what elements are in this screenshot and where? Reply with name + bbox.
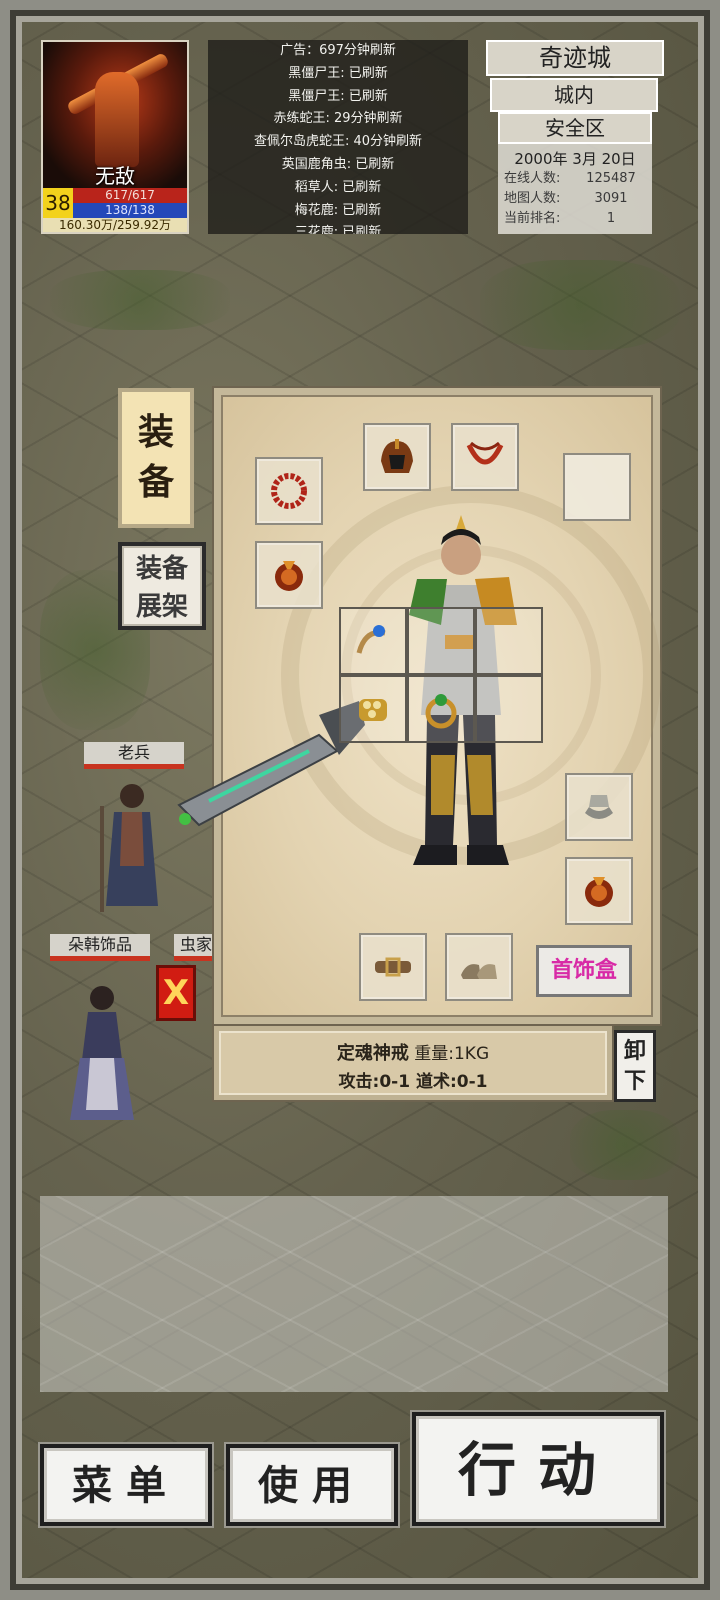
notice-line: 广告：697分钟刷新 — [280, 43, 396, 58]
boots-icon — [461, 964, 497, 979]
notice-line: 黑僵尸王: 已刷新 — [288, 65, 388, 81]
chat-area[interactable] — [40, 1196, 668, 1392]
item-name: 定魂神戒 — [336, 1043, 409, 1064]
notice-line: 赤练蛇王: 29分钟刷新 — [273, 111, 403, 127]
item-info-panel: 定魂神戒 重量:1KG 攻击:0-1 道术:0-1 — [214, 1026, 612, 1100]
close-button[interactable]: X — [156, 965, 196, 1021]
slot-ring-5[interactable] — [407, 675, 475, 743]
grass-patch — [570, 1110, 680, 1180]
bracelet-icon — [585, 795, 613, 819]
slot-ring-left[interactable] — [255, 541, 323, 609]
unequip-label-2: 下 — [623, 1069, 646, 1094]
menu-button[interactable]: 菜单 — [40, 1444, 212, 1526]
item-title-row: 定魂神戒 重量:1KG — [219, 1039, 607, 1065]
slot-belt[interactable] — [359, 933, 427, 1001]
slot-ring-4[interactable] — [339, 675, 407, 743]
city-name: 奇迹城 — [486, 40, 664, 76]
item-stats: 攻击:0-1 道术:0-1 — [338, 1072, 488, 1092]
jewelry-box-button[interactable]: 首饰盒 — [536, 945, 632, 997]
zone-status: 安全区 — [498, 112, 652, 144]
map-value: 3091 — [594, 191, 628, 206]
tab-shelf-label-2: 展架 — [135, 592, 188, 622]
unequip-button[interactable]: 卸 下 — [614, 1030, 656, 1102]
area-name: 城内 — [490, 78, 658, 112]
map-count-row: 地图人数: 3091 — [498, 189, 652, 209]
online-count-row: 在线人数: 125487 — [498, 169, 652, 189]
ring-icon — [359, 699, 387, 721]
slot-ring-2[interactable] — [407, 607, 475, 675]
notice-line: 英国鹿角虫: 已刷新 — [281, 156, 395, 172]
slot-necklace[interactable] — [451, 423, 519, 491]
slot-bracelet-left[interactable] — [255, 457, 323, 525]
tab-equipment-label-2: 备 — [137, 462, 174, 503]
ring-icon — [425, 694, 457, 729]
slot-ring-3[interactable] — [475, 607, 543, 675]
slot-empty[interactable] — [563, 453, 631, 521]
online-label: 在线人数: — [504, 171, 561, 186]
slot-boots[interactable] — [445, 933, 513, 1001]
hp-bar: 617/617 — [73, 188, 187, 203]
rank-row: 当前排名: 1 — [498, 209, 652, 229]
player-name: 无敌 — [95, 164, 135, 188]
map-label: 地图人数: — [504, 191, 561, 206]
exp-bar: 160.30万/259.92万 — [43, 218, 187, 232]
npc-label-jewelry[interactable]: 朵韩饰品 — [50, 934, 150, 961]
tab-equipment-label-1: 装 — [137, 412, 174, 453]
notice-line: 稻草人: 已刷新 — [294, 179, 382, 195]
use-button[interactable]: 使用 — [226, 1444, 398, 1526]
slot-ring-right[interactable] — [565, 857, 633, 925]
rank-value: 1 — [606, 211, 616, 226]
slot-bracelet-right[interactable] — [565, 773, 633, 841]
online-value: 125487 — [586, 171, 636, 186]
npc-label-partial[interactable]: 虫家 — [174, 934, 218, 961]
slot-empty-2[interactable] — [475, 675, 543, 743]
tab-shelf-label-1: 装备 — [135, 554, 188, 584]
bracelet-icon — [356, 625, 386, 654]
tab-equipment[interactable]: 装 备 — [118, 388, 194, 528]
player-portrait[interactable]: 无敌 38 617/617 138/138 160.30万/259.92万 — [41, 40, 189, 234]
equipment-panel: 首饰盒 — [177, 388, 661, 1024]
boss-notice-panel[interactable]: 广告：697分钟刷新 黑僵尸王: 已刷新 黑僵尸王: 已刷新 赤练蛇王: 29分… — [208, 40, 468, 234]
notice-line: 梅花鹿: 已刷新 — [294, 202, 382, 218]
mp-bar: 138/138 — [73, 203, 187, 218]
unequip-label-1: 卸 — [623, 1039, 646, 1064]
necklace-icon — [466, 441, 504, 465]
npc-veteran-figure[interactable] — [92, 776, 172, 916]
grass-patch — [50, 270, 230, 330]
server-stats: 2000年 3月 20日 在线人数: 125487 地图人数: 3091 当前排… — [498, 144, 652, 234]
notice-line: 查佩尔岛虎蛇王: 40分钟刷新 — [253, 134, 423, 150]
npc-jewelry-figure[interactable] — [62, 980, 142, 1130]
slot-helmet[interactable] — [363, 423, 431, 491]
rank-label: 当前排名: — [504, 211, 561, 226]
player-level: 38 — [43, 188, 73, 218]
notice-line: 三花鹿: 已刷新 — [294, 225, 382, 234]
ring-icon — [585, 877, 613, 907]
slot-bracelet-2[interactable] — [339, 607, 407, 675]
helmet-icon — [381, 439, 413, 473]
tab-equipment-shelf[interactable]: 装备 展架 — [118, 542, 206, 630]
hero-art — [95, 72, 139, 167]
notice-line: 黑僵尸王: 已刷新 — [288, 88, 388, 104]
belt-icon — [375, 957, 411, 977]
ring-icon — [275, 561, 303, 591]
bracelet-icon — [271, 473, 307, 509]
item-weight: 重量:1KG — [414, 1044, 490, 1064]
action-button[interactable]: 行动 — [412, 1412, 664, 1526]
grass-patch — [480, 260, 680, 350]
game-date: 2000年 3月 20日 — [514, 150, 636, 168]
